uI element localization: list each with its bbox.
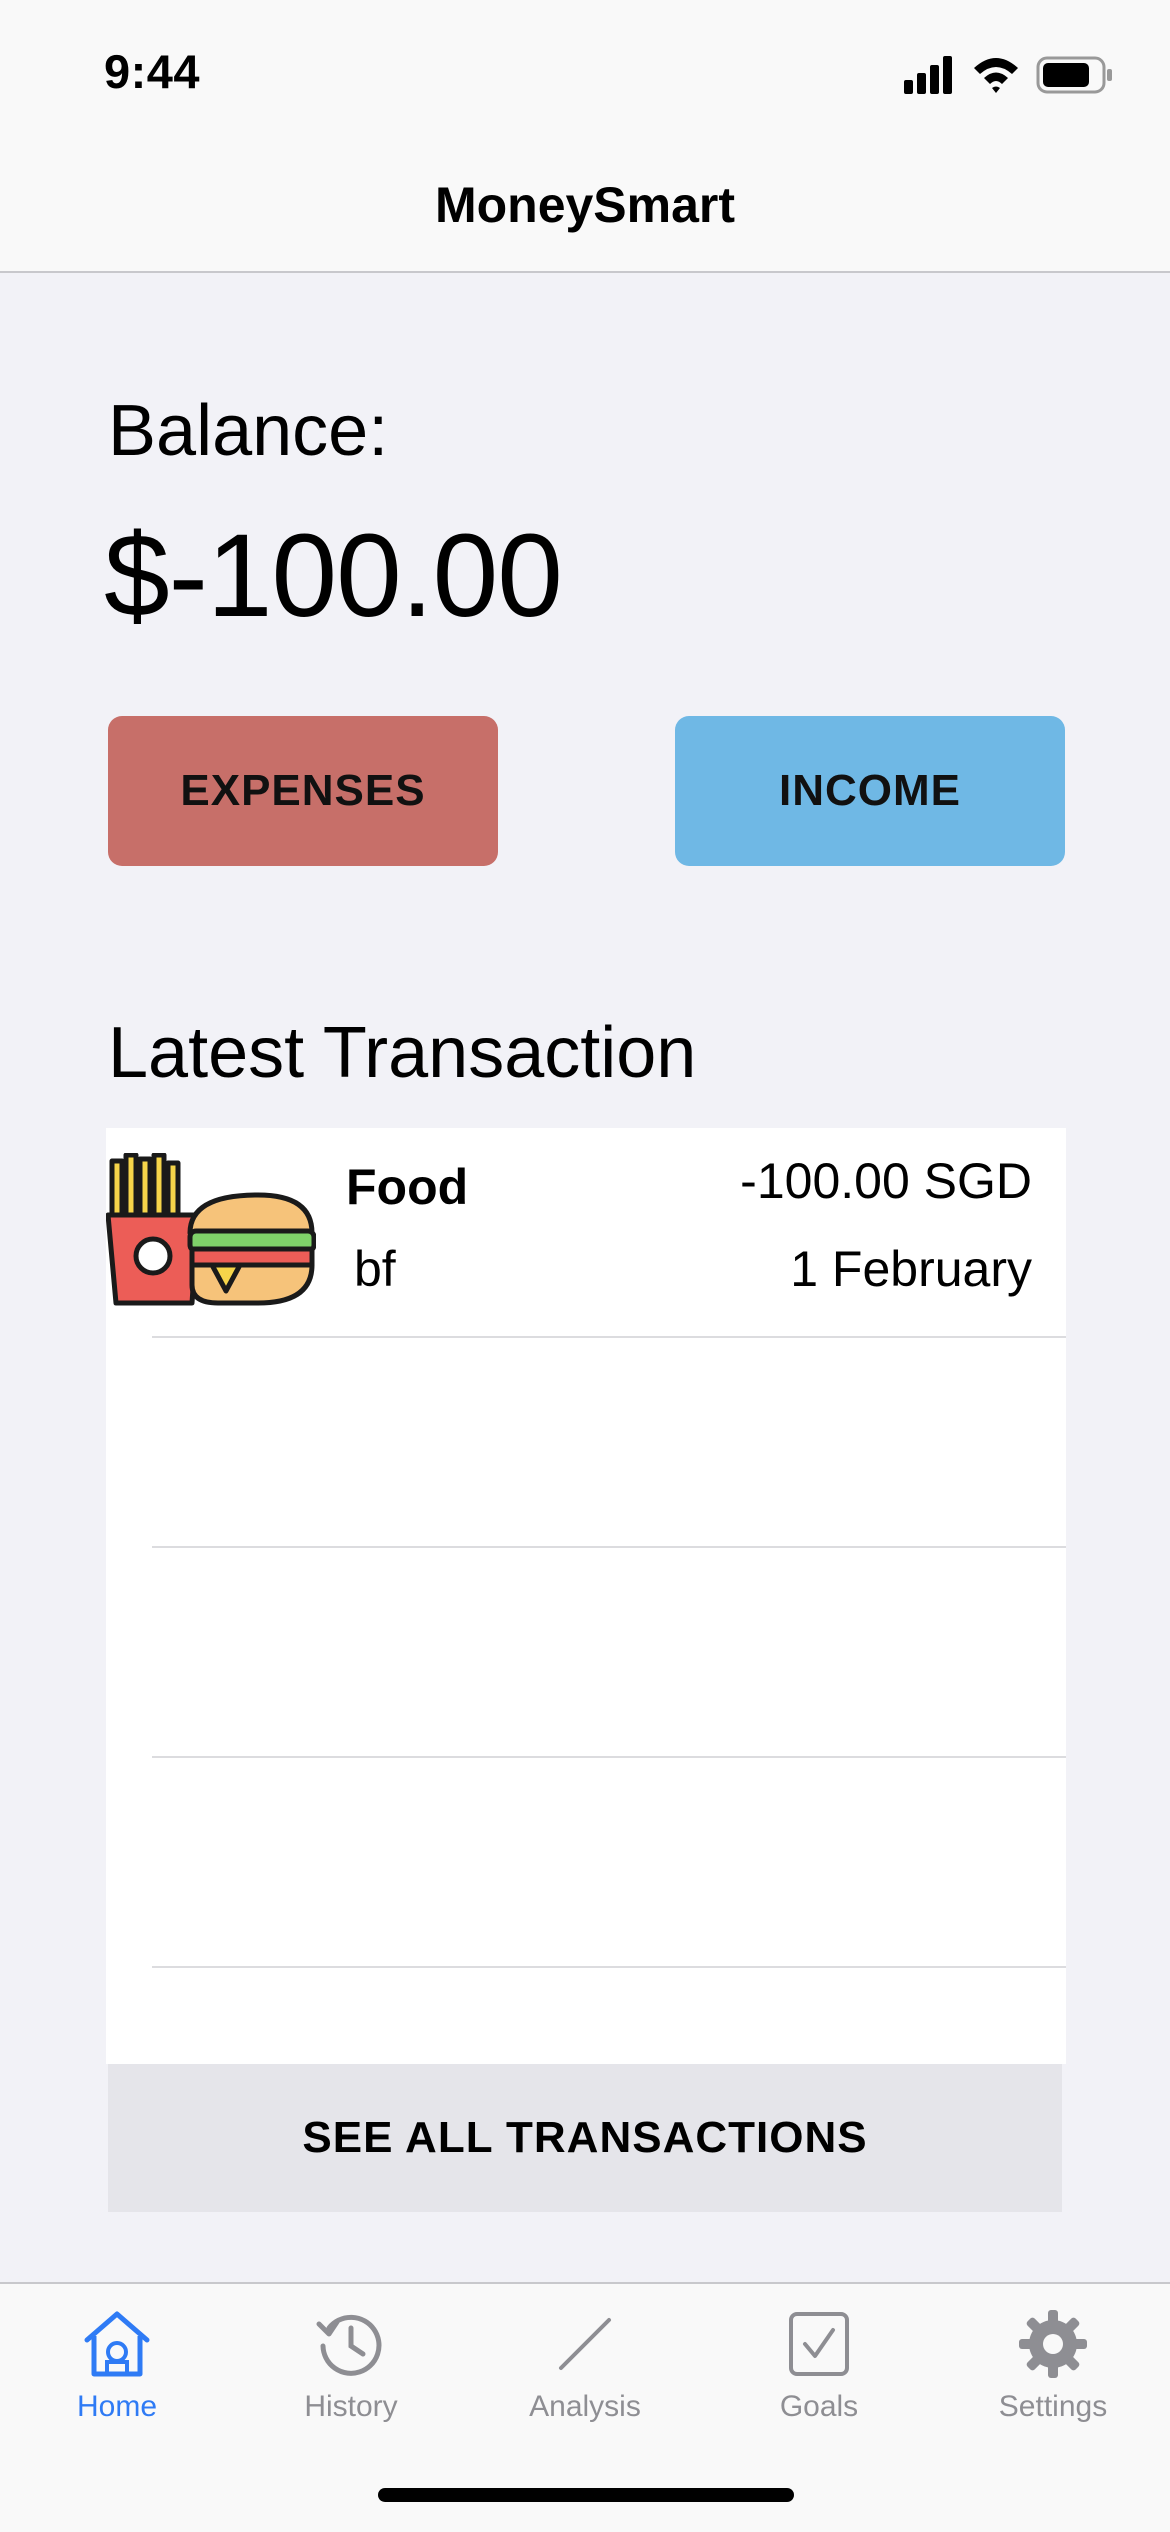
empty-row	[106, 1548, 1066, 1758]
balance-value: $-100.00	[104, 510, 563, 642]
tab-settings[interactable]: Settings	[936, 2304, 1170, 2464]
transaction-date: 1 February	[790, 1241, 1032, 1297]
history-icon	[316, 2314, 382, 2376]
tab-label: Home	[76, 2390, 158, 2423]
tab-home[interactable]: Home	[0, 2304, 234, 2464]
transaction-amount: -100.00 SGD	[740, 1153, 1032, 1209]
home-indicator[interactable]	[378, 2488, 794, 2502]
goals-icon	[789, 2312, 849, 2376]
empty-row	[106, 1338, 1066, 1548]
tab-label: History	[304, 2390, 398, 2423]
tab-label: Settings	[998, 2390, 1108, 2423]
home-icon	[84, 2311, 150, 2377]
transaction-category: Food	[346, 1159, 469, 1215]
income-button[interactable]: INCOME	[675, 716, 1065, 866]
row-divider	[152, 1966, 1066, 1968]
analysis-icon	[559, 2318, 611, 2370]
latest-transaction-heading: Latest Transaction	[108, 1013, 697, 1093]
transaction-list: Food bf -100.00 SGD 1 February	[105, 1128, 1066, 2064]
app-screen: 9:44 MoneySmart Balance: $-100.00 EXPENS…	[0, 0, 1170, 2532]
signal-wifi-battery-icon	[904, 56, 1112, 94]
tab-history[interactable]: History	[234, 2304, 468, 2464]
expenses-button[interactable]: EXPENSES	[108, 716, 498, 866]
status-time: 9:44	[104, 45, 201, 98]
balance-label: Balance:	[108, 391, 389, 471]
see-all-transactions-button[interactable]: SEE ALL TRANSACTIONS	[108, 2064, 1062, 2212]
transaction-note: bf	[354, 1241, 396, 1297]
tab-analysis[interactable]: Analysis	[468, 2304, 702, 2464]
tab-label: Analysis	[529, 2390, 641, 2423]
settings-icon	[1019, 2310, 1087, 2378]
empty-row	[106, 1758, 1066, 1968]
top-bar: 9:44 MoneySmart	[0, 0, 1170, 273]
tab-label: Goals	[779, 2390, 859, 2423]
app-title: MoneySmart	[434, 177, 736, 233]
transaction-row[interactable]: Food bf -100.00 SGD 1 February	[105, 1128, 1066, 1338]
status-icons	[904, 50, 1114, 100]
tab-goals[interactable]: Goals	[702, 2304, 936, 2464]
food-icon	[105, 1152, 317, 1313]
